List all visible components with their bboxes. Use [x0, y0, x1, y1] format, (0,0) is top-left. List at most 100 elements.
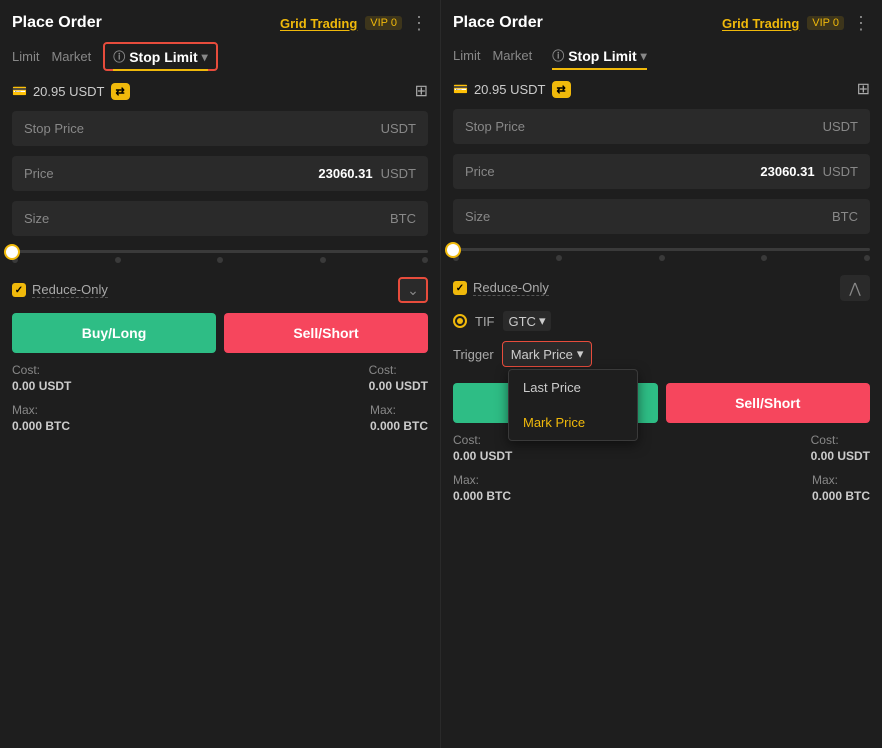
left-balance-left: 💳 20.95 USDT ⇄ [12, 83, 130, 100]
right-trigger-chevron-icon: ▾ [577, 346, 584, 362]
right-stop-price-row[interactable]: Stop Price USDT [453, 109, 870, 144]
left-max-right-value: 0.000 BTC [370, 419, 428, 433]
right-reduce-only-row: ✓ Reduce-Only ⋀ [453, 275, 870, 301]
right-cost-left: Cost: 0.00 USDT [453, 433, 512, 463]
right-slider-thumb[interactable] [445, 242, 461, 258]
left-max-left: Max: 0.000 BTC [12, 403, 70, 433]
right-max-right-value: 0.000 BTC [812, 489, 870, 503]
left-more-icon[interactable]: ⋮ [410, 14, 428, 32]
left-stop-price-row[interactable]: Stop Price USDT [12, 111, 428, 146]
left-max-row: Max: 0.000 BTC Max: 0.000 BTC [12, 403, 428, 433]
left-price-right: 23060.31 USDT [318, 166, 416, 181]
right-title: Place Order [453, 14, 543, 32]
left-calculator-icon[interactable]: ⊞ [415, 81, 428, 101]
right-cost-left-value: 0.00 USDT [453, 449, 512, 463]
right-gtc-select[interactable]: GTC ▾ [503, 311, 552, 331]
left-checkbox-check-icon: ✓ [15, 285, 23, 296]
left-stop-limit-info-icon: ⓘ [113, 48, 125, 65]
right-cost-right-label: Cost: [811, 433, 870, 447]
left-wallet-icon: 💳 [12, 84, 27, 98]
left-expand-button[interactable]: ⌄ [398, 277, 428, 303]
left-slider-dot-75 [320, 257, 326, 263]
right-cost-right: Cost: 0.00 USDT [811, 433, 870, 463]
right-more-icon[interactable]: ⋮ [852, 14, 870, 32]
right-price-row[interactable]: Price 23060.31 USDT [453, 154, 870, 189]
right-tab-stop-limit[interactable]: ⓘ Stop Limit ▾ [544, 43, 654, 68]
left-balance-row: 💳 20.95 USDT ⇄ ⊞ [12, 81, 428, 101]
left-swap-button[interactable]: ⇄ [111, 83, 130, 100]
left-tabs: Limit Market ⓘ Stop Limit ▾ [12, 42, 428, 71]
left-cost-row: Cost: 0.00 USDT Cost: 0.00 USDT [12, 363, 428, 393]
right-gtc-chevron-icon: ▾ [539, 313, 546, 329]
right-calculator-icon[interactable]: ⊞ [857, 79, 870, 99]
right-size-currency: BTC [832, 209, 858, 224]
right-balance-row: 💳 20.95 USDT ⇄ ⊞ [453, 79, 870, 99]
right-slider-dots [453, 255, 870, 261]
right-collapse-icon: ⋀ [849, 280, 860, 297]
left-price-row[interactable]: Price 23060.31 USDT [12, 156, 428, 191]
right-trigger-option-last-price[interactable]: Last Price [509, 370, 637, 405]
right-collapse-button[interactable]: ⋀ [840, 275, 870, 301]
right-price-value: 23060.31 [760, 164, 814, 179]
right-slider-dot-25 [556, 255, 562, 261]
right-slider-track [453, 248, 870, 251]
right-slider-dot-100 [864, 255, 870, 261]
left-panel: Place Order Grid Trading VIP 0 ⋮ Limit M… [0, 0, 441, 748]
left-stop-limit-underline [113, 69, 207, 71]
right-reduce-only-left: ✓ Reduce-Only [453, 280, 549, 296]
left-slider-thumb[interactable] [4, 244, 20, 260]
left-max-left-label: Max: [12, 403, 70, 417]
left-slider-dot-100 [422, 257, 428, 263]
right-tif-radio-inner [457, 318, 463, 324]
right-tif-radio[interactable] [453, 314, 467, 328]
left-size-row[interactable]: Size BTC [12, 201, 428, 236]
left-grid-trading[interactable]: Grid Trading [280, 16, 357, 31]
right-price-right: 23060.31 USDT [760, 164, 858, 179]
right-tab-limit[interactable]: Limit [453, 42, 492, 69]
right-vip-badge: VIP 0 [807, 16, 844, 30]
right-max-right-label: Max: [812, 473, 870, 487]
right-cost-right-value: 0.00 USDT [811, 449, 870, 463]
left-reduce-only-label: Reduce-Only [32, 282, 108, 298]
right-stop-price-currency: USDT [823, 119, 858, 134]
left-cost-right: Cost: 0.00 USDT [369, 363, 428, 393]
right-trigger-select[interactable]: Mark Price ▾ [502, 341, 593, 367]
left-cost-right-label: Cost: [369, 363, 428, 377]
left-slider[interactable] [12, 246, 428, 267]
right-grid-trading[interactable]: Grid Trading [722, 16, 799, 31]
right-tabs: Limit Market ⓘ Stop Limit ▾ [453, 42, 870, 69]
right-reduce-only-checkbox[interactable]: ✓ [453, 281, 467, 295]
right-price-currency: USDT [823, 164, 858, 179]
left-stop-price-currency: USDT [381, 121, 416, 136]
right-swap-button[interactable]: ⇄ [552, 81, 571, 98]
right-size-row[interactable]: Size BTC [453, 199, 870, 234]
right-stop-limit-chevron-icon: ▾ [641, 49, 647, 63]
right-cost-left-label: Cost: [453, 433, 512, 447]
left-expand-chevron-icon: ⌄ [407, 282, 419, 299]
left-tab-stop-limit[interactable]: ⓘ Stop Limit ▾ [103, 42, 217, 71]
left-reduce-only-checkbox[interactable]: ✓ [12, 283, 26, 297]
right-max-right: Max: 0.000 BTC [812, 473, 870, 503]
right-sell-button[interactable]: Sell/Short [666, 383, 871, 423]
right-reduce-only-label: Reduce-Only [473, 280, 549, 296]
right-slider[interactable] [453, 244, 870, 265]
right-max-left: Max: 0.000 BTC [453, 473, 511, 503]
left-header: Place Order Grid Trading VIP 0 ⋮ [12, 14, 428, 32]
right-price-label: Price [465, 164, 495, 179]
left-vip-badge: VIP 0 [365, 16, 402, 30]
right-tif-row: TIF GTC ▾ [453, 311, 870, 331]
left-cost-left-value: 0.00 USDT [12, 379, 71, 393]
right-tab-market[interactable]: Market [492, 42, 544, 69]
left-stop-limit-label: Stop Limit [129, 49, 197, 65]
left-reduce-only-row: ✓ Reduce-Only ⌄ [12, 277, 428, 303]
left-tab-market[interactable]: Market [51, 43, 103, 70]
left-max-right: Max: 0.000 BTC [370, 403, 428, 433]
right-max-row: Max: 0.000 BTC Max: 0.000 BTC [453, 473, 870, 503]
right-gtc-value: GTC [509, 314, 536, 329]
left-action-buttons: Buy/Long Sell/Short [12, 313, 428, 353]
right-trigger-option-mark-price[interactable]: Mark Price [509, 405, 637, 440]
left-tab-limit[interactable]: Limit [12, 43, 51, 70]
left-slider-track [12, 250, 428, 253]
left-buy-button[interactable]: Buy/Long [12, 313, 216, 353]
left-sell-button[interactable]: Sell/Short [224, 313, 428, 353]
